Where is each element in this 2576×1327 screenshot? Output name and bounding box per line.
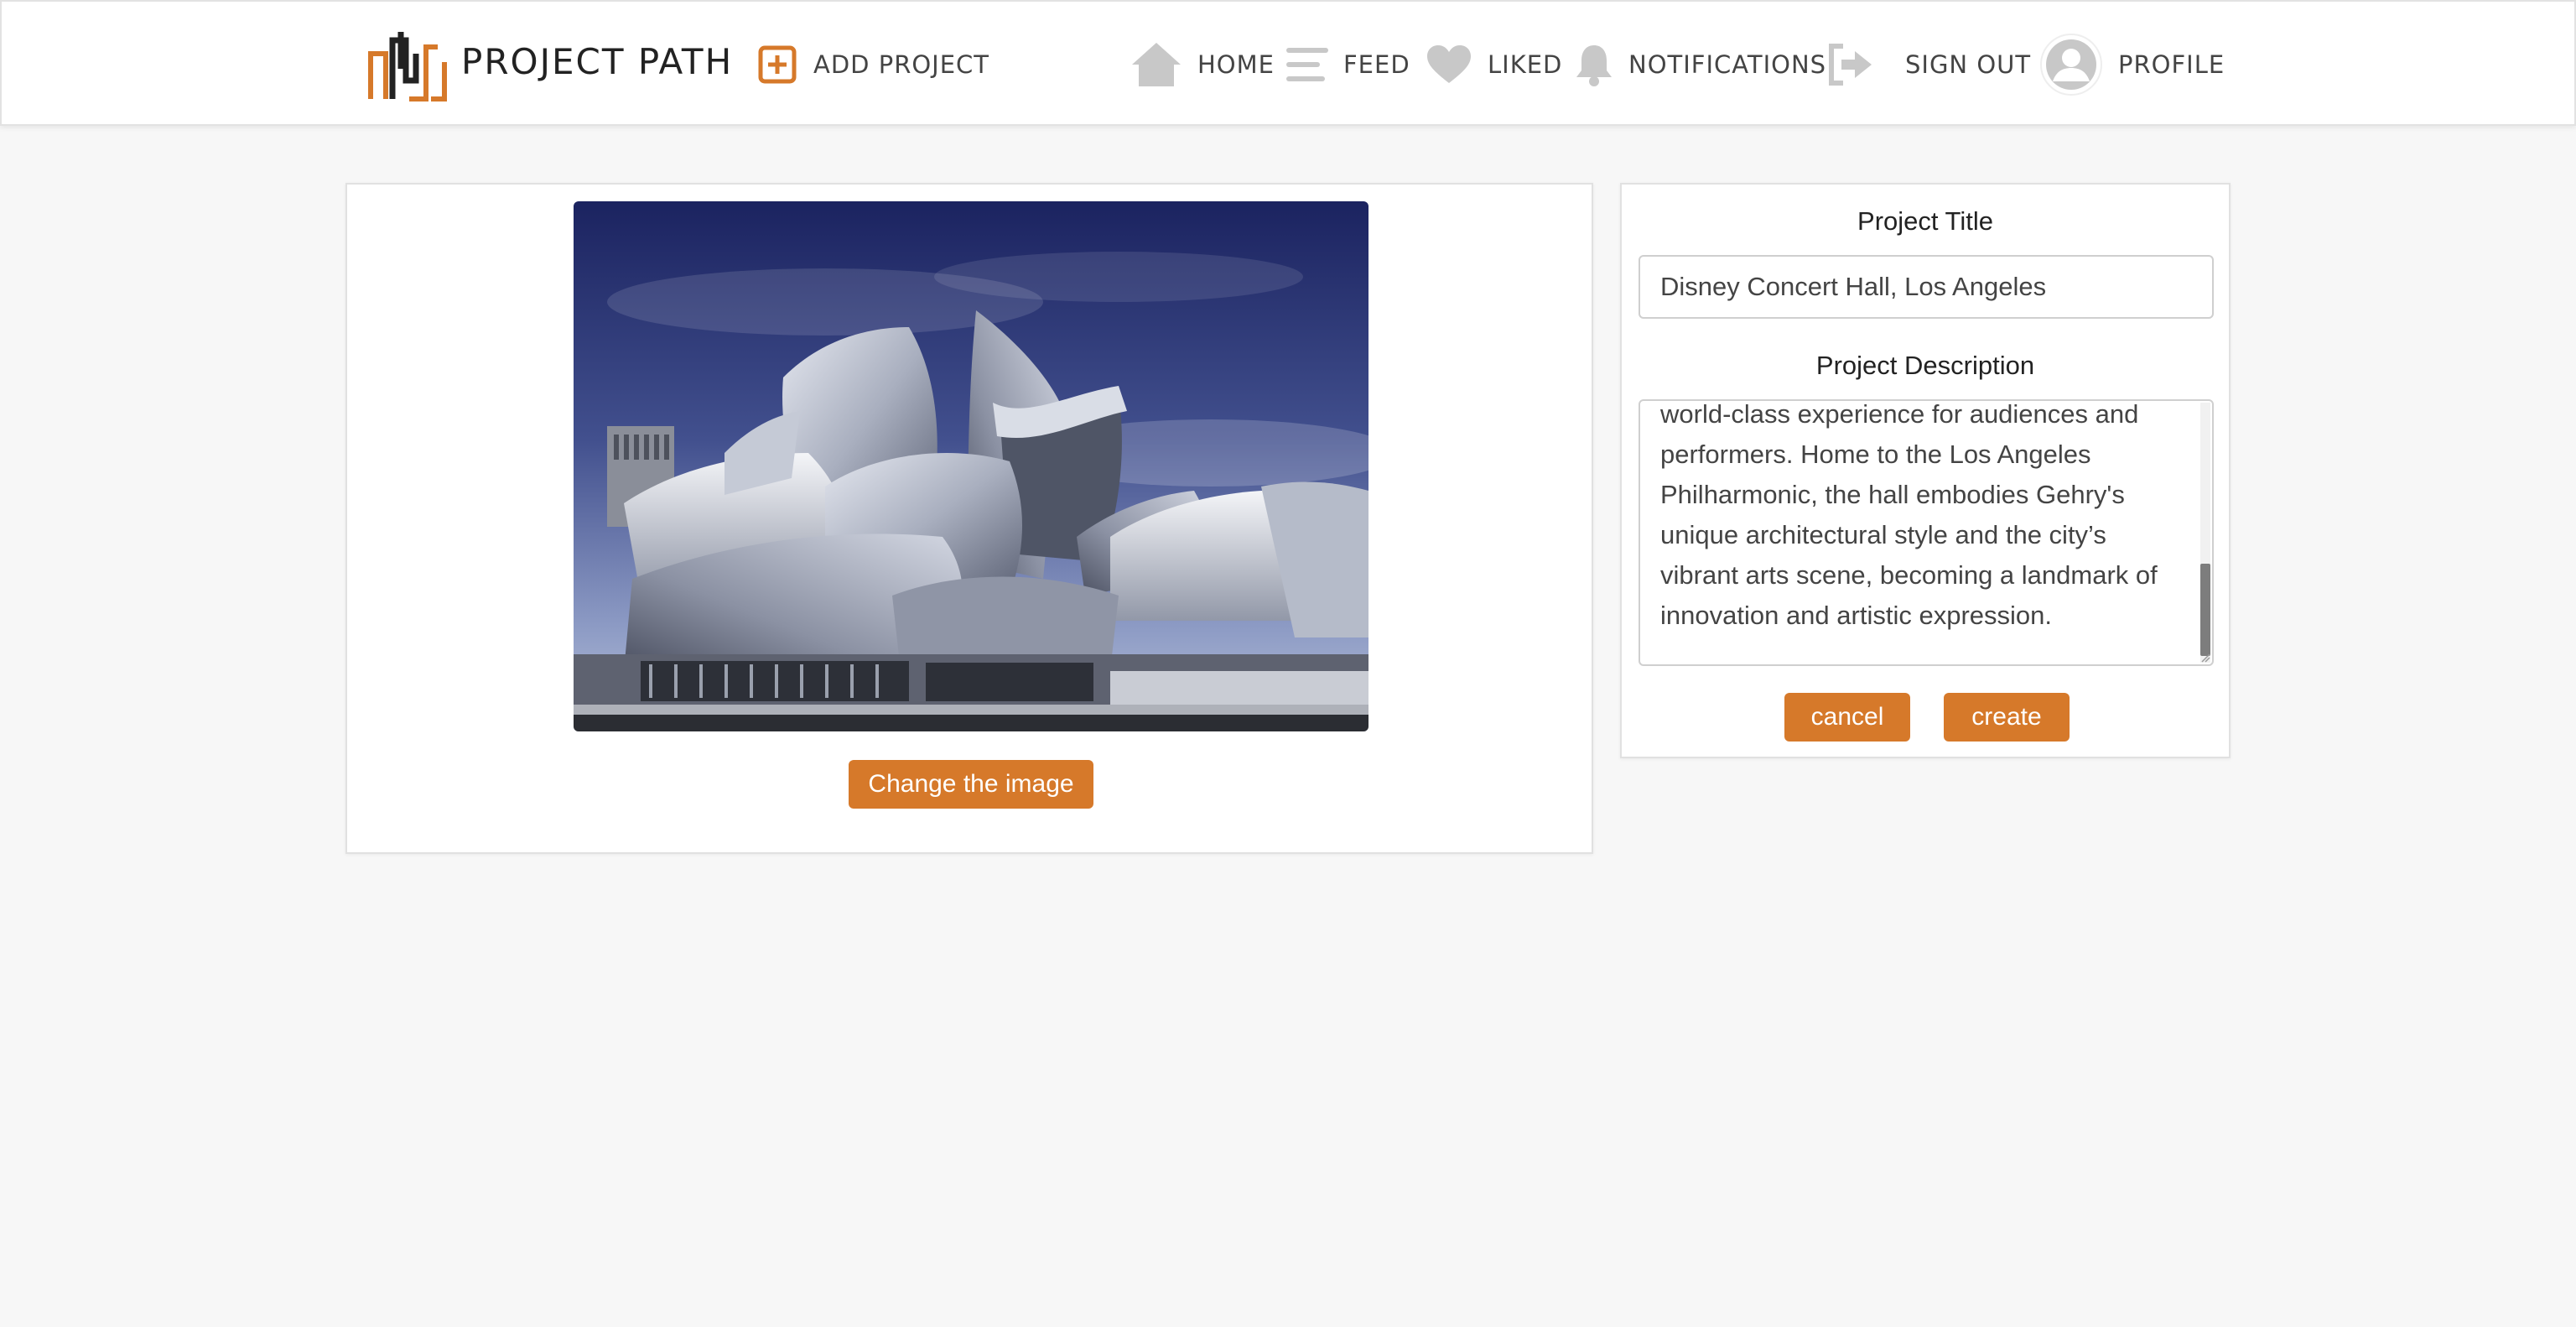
description-scrollbar[interactable] [2200,403,2210,663]
cancel-button[interactable]: cancel [1784,693,1910,742]
project-image [574,201,1368,731]
nav-feed-label: FEED [1343,50,1410,79]
avatar-icon [2039,33,2103,96]
home-icon [1130,41,1182,88]
nav-notifications[interactable]: NOTIFICATIONS [1575,35,1826,94]
description-label: Project Description [1815,351,2035,380]
image-card: Change the image [345,183,1593,854]
nav-add-project-label: ADD PROJECT [813,50,990,79]
nav-liked-label: LIKED [1488,50,1563,79]
add-icon [756,44,798,86]
description-text: acoustician Yasuhisa Toyota, providing a… [1660,399,2158,630]
nav-liked[interactable]: LIKED [1426,35,1562,94]
title-input[interactable] [1639,255,2214,319]
nav-sign-out-label: SIGN OUT [1905,50,2032,79]
description-textarea[interactable]: acoustician Yasuhisa Toyota, providing a… [1639,399,2214,666]
nav-feed[interactable]: FEED [1286,35,1410,94]
nav-profile[interactable]: PROFILE [2039,33,2225,96]
bell-icon [1575,42,1613,87]
top-navbar: PROJECT PATH ADD PROJECT HOME FEED LIKED… [0,0,2576,126]
change-image-button[interactable]: Change the image [849,760,1093,809]
title-label: Project Title [1857,206,1993,236]
create-button[interactable]: create [1944,693,2070,742]
nav-sign-out[interactable]: SIGN OUT [1826,35,2031,94]
sign-out-icon [1826,43,1873,86]
nav-home[interactable]: HOME [1130,35,1275,94]
heart-icon [1426,44,1472,85]
project-form: Project Title Project Description acoust… [1620,183,2231,758]
nav-notifications-label: NOTIFICATIONS [1628,50,1827,79]
nav-profile-label: PROFILE [2118,50,2225,79]
nav-add-project[interactable]: ADD PROJECT [756,35,989,94]
resize-handle-icon[interactable] [2200,653,2210,663]
logo-icon[interactable] [367,29,448,102]
brand-title[interactable]: PROJECT PATH [461,40,733,84]
feed-icon [1286,46,1328,83]
scrollbar-thumb[interactable] [2200,564,2210,656]
nav-home-label: HOME [1197,50,1275,79]
